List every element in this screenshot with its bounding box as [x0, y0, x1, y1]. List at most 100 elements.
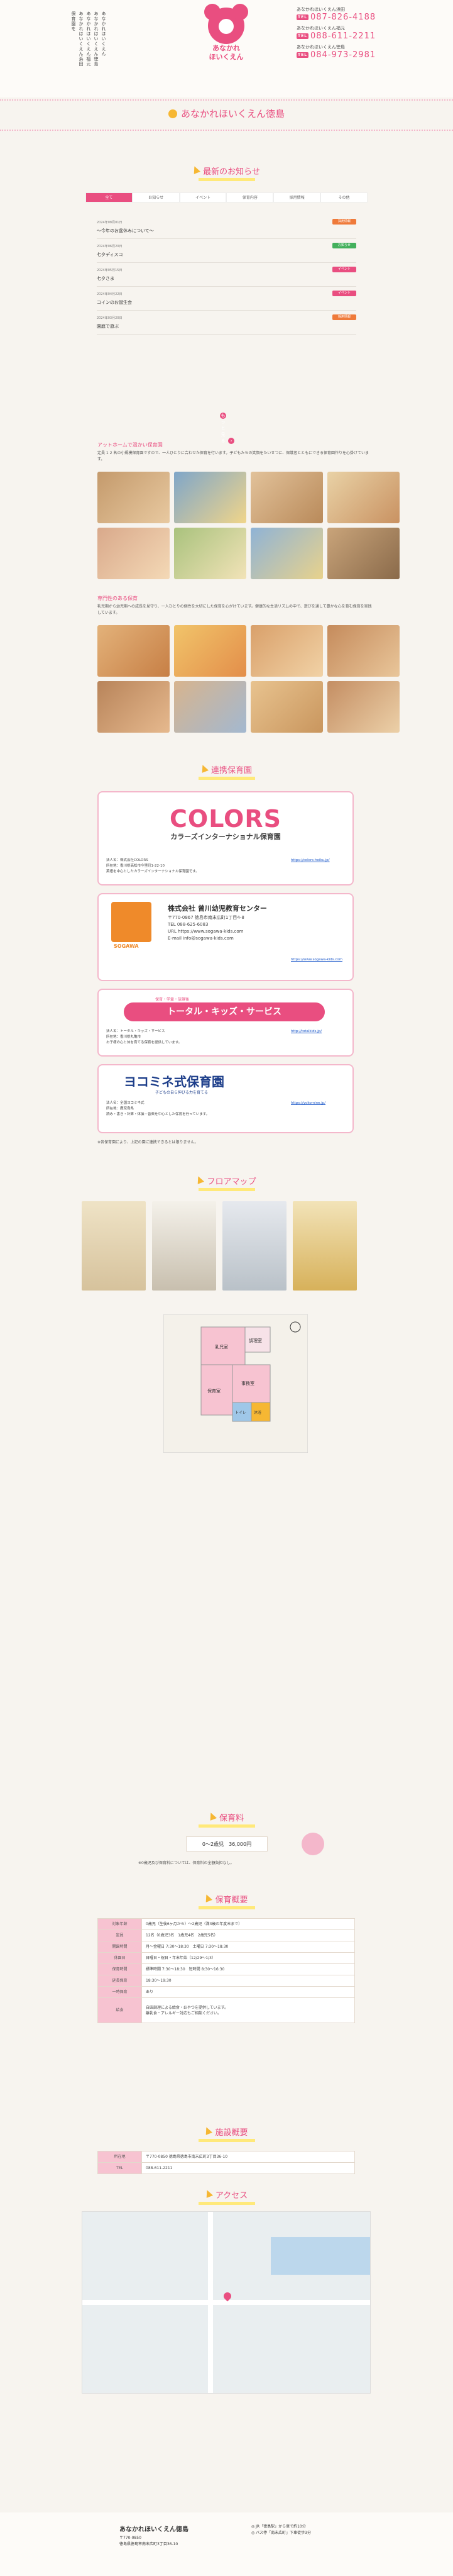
vertical-line: あなかれほいくえん — [101, 11, 106, 57]
news-item[interactable]: 2024年03月20日 園庭で遊ぶ 採用情報 — [97, 311, 356, 335]
photo-children-playing — [251, 528, 323, 579]
tab-notice[interactable]: お知らせ — [132, 192, 180, 203]
facility-section-title: 施設概要 — [0, 2126, 453, 2142]
phone-number-link[interactable]: TEL 087-826-4188 — [297, 13, 422, 22]
partner-subtitle: 子どもの自ら伸びる力を育てる — [155, 1091, 209, 1095]
room-label: 保育室 — [207, 1388, 221, 1394]
photo-children-playing — [97, 472, 170, 523]
site-logo[interactable]: あなかれ ほいくえん — [200, 4, 253, 70]
access-section-title: アクセス — [0, 2189, 453, 2205]
partner-link[interactable]: https://yokomine.jp/ — [291, 1101, 350, 1106]
flag-icon — [196, 1176, 205, 1185]
table-row: 一時保育 あり — [97, 1986, 355, 1998]
floor-photo — [82, 1201, 146, 1291]
fee-value: 36,000円 — [229, 1841, 252, 1847]
partner-card: ヨコミネ式保育園 子どもの自ら伸びる力を育てる 法人名：全国ヨコミネ式 所在地：… — [97, 1064, 354, 1133]
dotted-divider — [0, 130, 453, 131]
partner-subtitle: 保育・学童・放課後 — [155, 997, 190, 1002]
tab-event[interactable]: イベント — [179, 192, 227, 203]
colors-logo[interactable]: COLORS カラーズインターナショナル保育園 — [99, 792, 352, 855]
phone-branch-name: あなかれほいくえん徳島 — [297, 45, 345, 50]
table-row: 対象年齢 0歳児（生後6ヶ月から）〜2歳児（満3歳の年度末まで） — [97, 1918, 355, 1930]
phone-entry: あなかれほいくえん徳島 TEL 084-973-2981 — [297, 44, 422, 60]
phone-number-link[interactable]: TEL 088-611-2211 — [297, 31, 422, 41]
table-row: 休園日 日曜日・祝日・年末年始（12/29〜1/3） — [97, 1952, 355, 1964]
sogawa-wordmark: SOGAWA — [114, 943, 139, 949]
partners-section-title: 連携保育園 — [0, 763, 453, 780]
vertical-line: 保育園を — [71, 11, 76, 31]
photo-children-playing — [327, 472, 400, 523]
table-row: 延長保育 18:30〜19:30 — [97, 1975, 355, 1987]
header-vertical-text: あなかれほいくえん あなかれほいくえん徳島 あなかれほいくえん福元 あなかれほい… — [70, 11, 106, 67]
partner-card: SOGAWA 株式会社 曾川幼児教育センター 〒770-0867 徳島市南末広町… — [97, 893, 354, 981]
flower-logo-icon — [204, 4, 248, 44]
partner-card: COLORS カラーズインターナショナル保育園 法人名：株式会社COLORS 所… — [97, 791, 354, 886]
photo-children-playing — [251, 472, 323, 523]
facility-table: 所在地 〒770-0850 徳島県徳島市南末広町3丁目36-10 TEL 088-6… — [97, 2151, 355, 2174]
news-item[interactable]: 2024年05月15日 七夕さま イベント — [97, 263, 356, 287]
room-label: 事務室 — [241, 1380, 254, 1386]
partner-link[interactable]: http://totalkids.jp/ — [291, 1029, 350, 1035]
partner-link[interactable]: https://colors-hoiku.jp/ — [291, 858, 350, 863]
table-row: 開園時間 月〜金曜日 7:30〜18:30 土曜日 7:30〜18:30 — [97, 1941, 355, 1953]
more-news-link[interactable]: もっと見る › — [201, 413, 251, 444]
phone-number-link[interactable]: TEL 084-973-2981 — [297, 50, 422, 60]
phone-entry: あなかれほいくえん浜田 TEL 087-826-4188 — [297, 6, 422, 22]
yokomine-logo[interactable]: ヨコミネ式保育園 — [124, 1072, 224, 1090]
tab-all[interactable]: 全て — [85, 192, 133, 203]
totalkids-logo[interactable]: トータル・キッズ・サービス — [124, 1002, 325, 1021]
room-label: 調理室 — [249, 1338, 262, 1343]
news-tabs: 全て お知らせ イベント 保育内容 採用情報 その他 — [85, 192, 368, 203]
photo-children-playing — [251, 681, 323, 733]
partner-description: 〒770-0867 徳島市南末広町1丁目4-8 TEL 088-625-6083… — [168, 915, 244, 941]
photo-children-playing — [174, 528, 246, 579]
photo-children-playing — [174, 625, 246, 677]
tab-recruit[interactable]: 採用情報 — [273, 192, 321, 203]
category-badge: 採用情報 — [332, 219, 356, 225]
logo-text-line1: あなかれ — [212, 44, 240, 52]
photo-children-playing — [97, 528, 170, 579]
photo-children-playing — [327, 681, 400, 733]
flag-icon — [204, 2190, 214, 2199]
tab-other[interactable]: その他 — [320, 192, 368, 203]
photo-children-playing — [251, 625, 323, 677]
sun-icon — [168, 109, 177, 118]
table-row: 定員 12名（0歳児3名 1歳児4名 2歳児5名） — [97, 1929, 355, 1941]
category-badge: お知らせ — [332, 243, 356, 248]
category-badge: イベント — [332, 267, 356, 272]
photo-children-playing — [97, 625, 170, 677]
fee-label: 0〜2歳児 — [202, 1841, 224, 1847]
news-item[interactable]: 2024年08月01日 〜今年のお盆休みについて〜 採用情報 — [97, 215, 356, 239]
photo-children-playing — [174, 472, 246, 523]
floor-photo — [293, 1201, 357, 1291]
table-row: TEL 088-611-2211 — [97, 2162, 355, 2174]
phone-branch-name: あなかれほいくえん福元 — [297, 26, 345, 31]
photos-text: 定員 1 2 名の小規模保育園ですので、一人ひとりに合わせた保育を行います。子ど… — [97, 451, 369, 462]
room-label: トイレ — [235, 1411, 246, 1415]
news-list: 2024年08月01日 〜今年のお盆休みについて〜 採用情報 2024年06月20日… — [97, 215, 356, 335]
floor-photo — [222, 1201, 287, 1291]
access-map[interactable] — [82, 2211, 371, 2394]
site-footer: あなかれほいくえん徳島 〒770-0850 徳島県徳島市南末広町3丁目36-10… — [0, 2512, 453, 2576]
flag-icon — [208, 1813, 217, 1822]
floor-map: 乳児室 調理室 保育室 事務室 トイレ 沐浴 — [163, 1314, 308, 1453]
floor-section-title: フロアマップ — [0, 1175, 453, 1191]
partner-card: 保育・学童・放課後 トータル・キッズ・サービス 法人名：トータル・キッズ・サービ… — [97, 989, 354, 1057]
photo-children-playing — [174, 681, 246, 733]
flag-icon — [204, 2127, 214, 2136]
partner-link[interactable]: https://www.sogawa-kids.com — [291, 957, 350, 963]
footer-access: ◎ JR「徳島駅」から車で約10分 ◎ バス停「南末広町」下車徒歩3分 — [251, 2524, 311, 2535]
table-row: 給食 自園調理による給食・おやつを提供しています。 離乳食・アレルギー対応もご相談… — [97, 1997, 355, 2023]
tab-childcare[interactable]: 保育内容 — [226, 192, 274, 203]
vertical-line: あなかれほいくえん福元 — [86, 11, 91, 67]
news-item[interactable]: 2024年04月22日 コインのお誕生会 イベント — [97, 287, 356, 311]
footer-name: あなかれほいくえん徳島 — [119, 2526, 188, 2533]
partners-note: ※各保育園により、上記の園に連携できるとは限りません。 — [97, 1140, 199, 1145]
footer-address: 〒770-0850 徳島県徳島市南末広町3丁目36-10 — [119, 2536, 178, 2546]
news-item[interactable]: 2024年06月20日 七夕ディスコ お知らせ — [97, 239, 356, 263]
photos-heading: アットホームで温かい保育園 — [97, 442, 163, 448]
partner-description: 法人名：全国ヨコミネ式 所在地：鹿児島県 読み・書き・計算・体操・音楽を中心とし… — [106, 1101, 210, 1116]
sogawa-logo-icon — [111, 902, 151, 942]
colors-wordmark: COLORS — [170, 805, 281, 833]
partner-subtitle: カラーズインターナショナル保育園 — [170, 833, 281, 841]
